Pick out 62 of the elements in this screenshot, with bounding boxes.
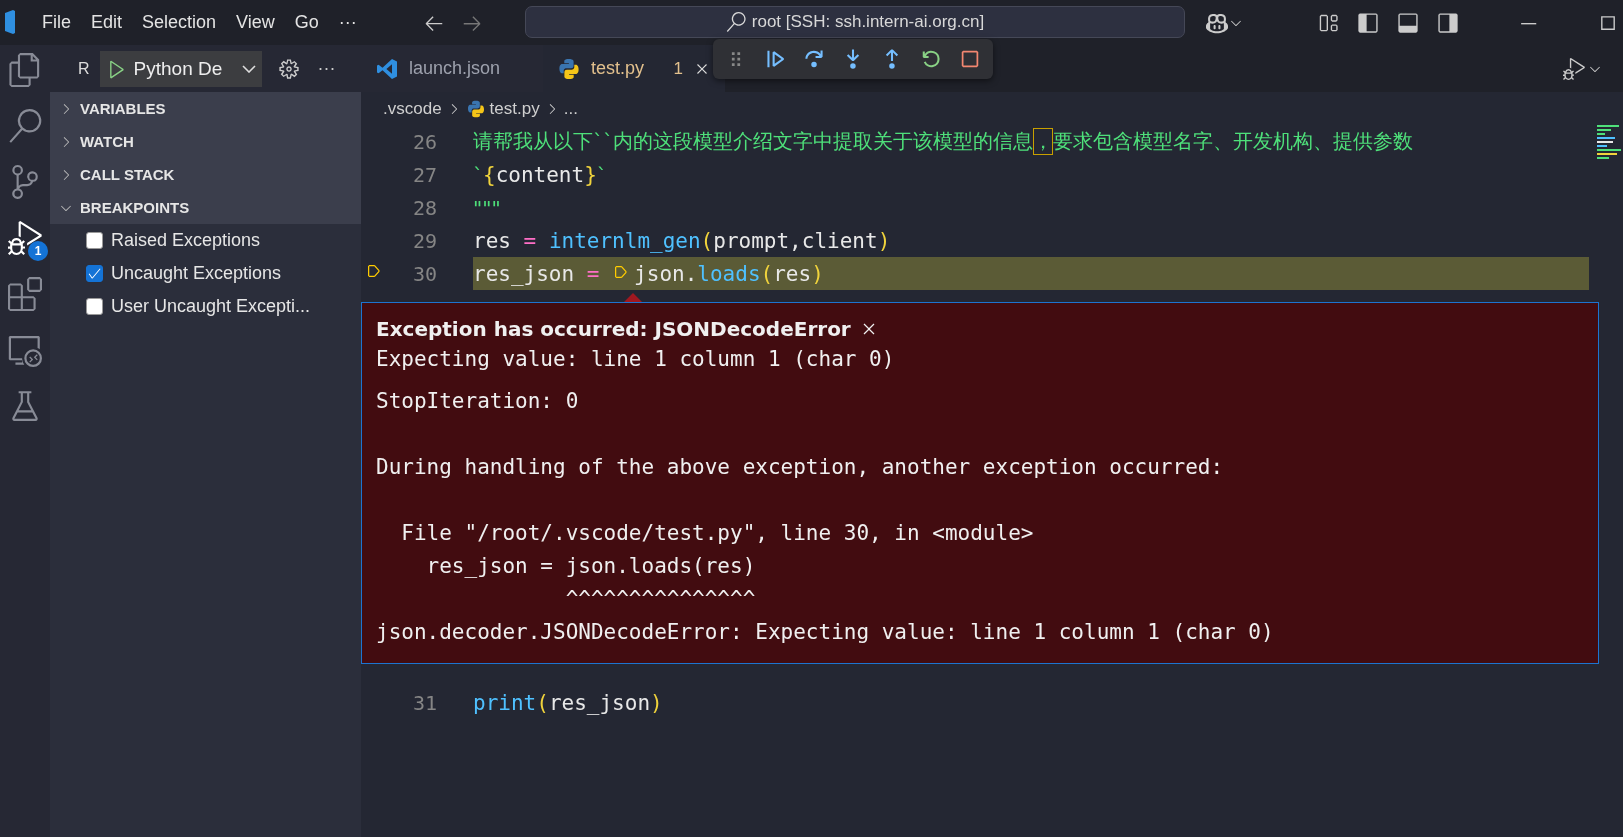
extensions-icon[interactable] xyxy=(8,277,42,311)
checkbox[interactable] xyxy=(86,265,103,282)
line-number: 29 xyxy=(411,228,437,253)
exception-title: Exception has occurred: JSONDecodeError xyxy=(376,317,851,341)
line-number: 31 xyxy=(411,690,437,715)
search-icon xyxy=(725,12,746,32)
chevron-down-icon xyxy=(241,64,256,73)
code-line: res = internlm_gen(prompt,client) xyxy=(473,227,892,255)
menu-item[interactable]: Selection xyxy=(134,8,225,37)
sidebar-left-icon[interactable] xyxy=(1357,11,1379,34)
code-line: print(res_json) xyxy=(473,689,664,717)
editor-tab[interactable]: launch.json xyxy=(361,45,543,92)
code-line: """ xyxy=(473,194,502,222)
section-header[interactable]: BREAKPOINTS xyxy=(50,191,361,224)
search-icon[interactable] xyxy=(8,109,42,143)
menu-item[interactable]: View xyxy=(228,8,283,37)
sidebar-title: R xyxy=(78,59,90,78)
breakpoint-label: User Uncaught Excepti... xyxy=(111,296,311,317)
breakpoint-label: Raised Exceptions xyxy=(111,230,261,251)
section-header[interactable]: VARIABLES xyxy=(50,92,361,125)
checkbox[interactable] xyxy=(86,298,103,315)
sidebar-right-icon[interactable] xyxy=(1437,11,1459,34)
command-center[interactable]: root [SSH: ssh.intern-ai.org.cn] xyxy=(525,6,1185,38)
menu-item[interactable]: Go xyxy=(286,8,327,37)
step-over-icon[interactable] xyxy=(803,48,825,70)
config-dropdown[interactable]: Python De xyxy=(99,50,262,87)
breadcrumb-item[interactable]: test.py xyxy=(489,98,540,119)
command-center-text: root [SSH: ssh.intern-ai.org.cn] xyxy=(751,12,985,32)
remote-monitor-icon[interactable] xyxy=(8,333,42,367)
minimap-drawing xyxy=(1597,125,1621,159)
vscode-logo-icon xyxy=(375,56,399,81)
exception-traceback: StopIteration: 0 During handling of the above exception, another exception occurred: File "/root/.vscode/test.py", line 30, in <module> res_json = json.loads(res) ^^^^^^^^^^^^^^^ json.decoder.JSONDecodeError: Expecting value: line 1 column 1 (char 0) xyxy=(376,388,1275,646)
pointer-icon xyxy=(624,293,642,302)
code-line: `{content}` xyxy=(473,161,608,189)
debug-icon[interactable] xyxy=(8,221,42,255)
settings-icon[interactable] xyxy=(277,57,300,80)
more-button[interactable]: ··· xyxy=(317,58,336,79)
line-number: 27 xyxy=(411,162,437,187)
checkbox[interactable] xyxy=(86,232,103,249)
code-line: 请帮我从以下``内的这段模型介绍文字中提取关于该模型的信息，要求包含模型名字、开发机构、提供参数 xyxy=(473,127,1414,157)
files-icon[interactable] xyxy=(8,53,42,87)
breadcrumb-item[interactable]: .vscode xyxy=(383,98,442,119)
count-badge: 1 xyxy=(28,241,48,261)
stop-icon[interactable] xyxy=(959,48,981,70)
python-icon xyxy=(465,98,486,119)
python-icon xyxy=(557,56,581,81)
continue-icon[interactable] xyxy=(764,48,786,70)
editor-tab[interactable]: test.py 1 xyxy=(543,45,725,92)
menu-item[interactable]: Edit xyxy=(83,8,131,37)
line-number: 28 xyxy=(411,195,437,220)
restart-icon[interactable] xyxy=(920,48,942,70)
exception-message: Expecting value: line 1 column 1 (char 0) xyxy=(376,347,896,371)
section-header[interactable]: WATCH xyxy=(50,125,361,158)
copilot-icon[interactable] xyxy=(1206,11,1244,34)
panel-icon[interactable] xyxy=(1397,11,1419,34)
more-menu[interactable]: ··· xyxy=(330,8,365,37)
section-header[interactable]: CALL STACK xyxy=(50,158,361,191)
line-number: 30 xyxy=(411,261,437,286)
line-number: 26 xyxy=(411,129,437,154)
breakpoint-label: Uncaught Exceptions xyxy=(111,263,282,284)
menu-item[interactable]: File xyxy=(34,8,79,37)
breadcrumb-item[interactable]: ... xyxy=(563,98,578,119)
